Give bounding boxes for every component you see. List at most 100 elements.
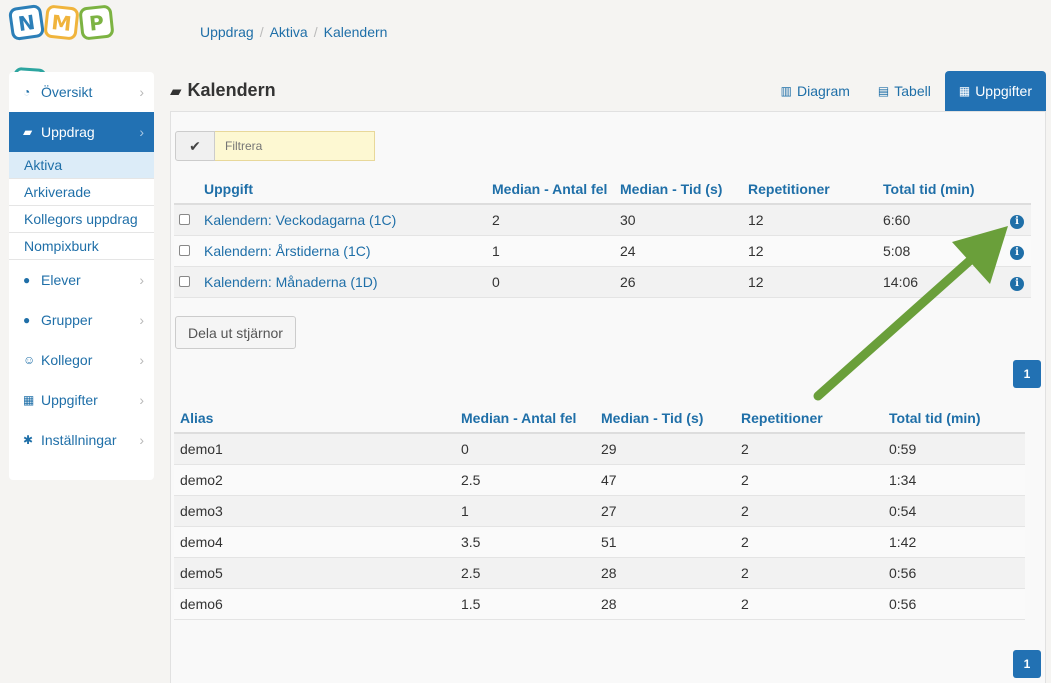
cell-alias: demo5 [174,557,455,589]
cell-alias: demo2 [174,464,455,496]
give-stars-button[interactable]: Dela ut stjärnor [175,316,296,349]
cell-errors: 0 [455,433,595,465]
table-header[interactable]: Repetitioner [748,174,883,205]
table-header[interactable]: Median - Tid (s) [595,403,735,434]
row-checkbox[interactable] [179,275,190,287]
cell-errors: 2.5 [455,464,595,496]
grid-icon: ▦ [958,84,971,98]
page-title-text: Kalendern [187,80,276,100]
row-checkbox[interactable] [179,213,190,225]
students-table: Alias Median - Antal fel Median - Tid (s… [174,403,1025,620]
tab-label: Diagram [797,83,850,99]
tab-tabell[interactable]: ▤ Tabell [864,71,945,111]
table-row: demo4 3.5 51 2 1:42 [174,526,1025,558]
book-icon: ▰ [170,82,182,100]
table-header[interactable]: Median - Antal fel [492,174,620,205]
sidebar-subitem-arkiverade[interactable]: Arkiverade [9,179,154,206]
tab-diagram[interactable]: ▥ Diagram [767,71,864,111]
chevron-right-icon: › [139,124,144,140]
view-tabs: ▥ Diagram ▤ Tabell ▦ Uppgifter [767,71,1046,111]
filter-group: ✔ [175,131,375,161]
tab-label: Tabell [894,83,931,99]
sidebar: ◔ Översikt › ▰ Uppdrag › Aktiva Arkivera… [9,72,154,480]
cell-reps: 2 [735,526,883,558]
cell-time: 47 [595,464,735,496]
chevron-right-icon: › [139,84,144,100]
breadcrumb-uppdrag[interactable]: Uppdrag [200,24,254,40]
sidebar-item-label: Inställningar [41,432,117,448]
table-header[interactable]: Alias [174,403,455,434]
cell-time: 28 [595,588,735,620]
task-link[interactable]: Kalendern: Årstiderna (1C) [204,243,371,259]
smile-icon: ☺ [23,353,36,367]
cell-reps: 2 [735,433,883,465]
chevron-right-icon: › [139,392,144,408]
breadcrumb-kalendern[interactable]: Kalendern [324,24,388,40]
cell-alias: demo4 [174,526,455,558]
cell-errors: 1.5 [455,588,595,620]
sidebar-subitem-nompixburk[interactable]: Nompixburk [9,233,154,260]
sidebar-item-elever[interactable]: ● Elever › [9,260,154,300]
sidebar-item-kollegor[interactable]: ☺ Kollegor › [9,340,154,380]
cell-total: 0:54 [883,495,1025,527]
breadcrumb-aktiva[interactable]: Aktiva [270,24,308,40]
logo-tile: N [7,3,46,42]
gear-icon: ✱ [23,433,34,447]
cell-total: 0:56 [883,557,1025,589]
grid-icon: ▦ [23,393,35,407]
breadcrumb-separator: / [259,24,264,40]
cell-errors: 2.5 [455,557,595,589]
cell-total: 1:42 [883,526,1025,558]
table-header[interactable]: Median - Antal fel [455,403,595,434]
cell-time: 26 [620,266,748,298]
table-header[interactable]: Total tid (min) [883,174,1003,205]
sidebar-item-oversikt[interactable]: ◔ Översikt › [9,72,154,112]
pagination-page-button[interactable]: 1 [1013,650,1041,678]
sidebar-item-uppgifter[interactable]: ▦ Uppgifter › [9,380,154,420]
user-icon: ● [23,273,31,287]
sidebar-item-uppdrag[interactable]: ▰ Uppdrag › [9,112,154,152]
cell-reps: 2 [735,464,883,496]
chevron-right-icon: › [139,272,144,288]
sidebar-item-grupper[interactable]: ● Grupper › [9,300,154,340]
row-checkbox[interactable] [179,244,190,256]
cell-time: 30 [620,204,748,236]
book-icon: ▰ [23,125,33,139]
cell-total: 0:56 [883,588,1025,620]
nomp-logo[interactable]: N O M P [7,3,115,103]
table-row: demo1 0 29 2 0:59 [174,433,1025,465]
cell-reps: 2 [735,557,883,589]
logo-tile: P [78,4,115,41]
sidebar-subitem-aktiva[interactable]: Aktiva [9,152,154,179]
tab-uppgifter[interactable]: ▦ Uppgifter [944,71,1046,111]
select-all-button[interactable]: ✔ [175,131,215,161]
task-link[interactable]: Kalendern: Veckodagarna (1C) [204,212,396,228]
sidebar-subitem-kollegors-uppdrag[interactable]: Kollegors uppdrag [9,206,154,233]
sidebar-item-label: Grupper [41,312,93,328]
sidebar-item-installningar[interactable]: ✱ Inställningar › [9,420,154,460]
filter-input[interactable] [215,131,375,161]
chevron-right-icon: › [139,352,144,368]
cell-reps: 2 [735,588,883,620]
bar-chart-icon: ▥ [780,84,792,98]
cell-errors: 2 [492,204,620,236]
table-header[interactable]: Median - Tid (s) [620,174,748,205]
task-link[interactable]: Kalendern: Månaderna (1D) [204,274,378,290]
table-row: demo3 1 27 2 0:54 [174,495,1025,527]
cell-errors: 3.5 [455,526,595,558]
table-header[interactable]: Uppgift [204,174,492,205]
table-row: demo5 2.5 28 2 0:56 [174,557,1025,589]
dashboard-icon: ◔ [23,85,31,99]
logo-tile: M [43,4,80,41]
breadcrumb-separator: / [313,24,318,40]
cell-errors: 0 [492,266,620,298]
table-row: demo2 2.5 47 2 1:34 [174,464,1025,496]
cell-reps: 2 [735,495,883,527]
sidebar-item-label: Uppdrag [41,124,95,140]
cell-total: 1:34 [883,464,1025,496]
sidebar-item-label: Översikt [41,84,93,100]
breadcrumb: Uppdrag / Aktiva / Kalendern [200,24,387,40]
tab-label: Uppgifter [975,83,1032,99]
page-title: ▰ Kalendern [170,80,276,101]
cell-time: 29 [595,433,735,465]
